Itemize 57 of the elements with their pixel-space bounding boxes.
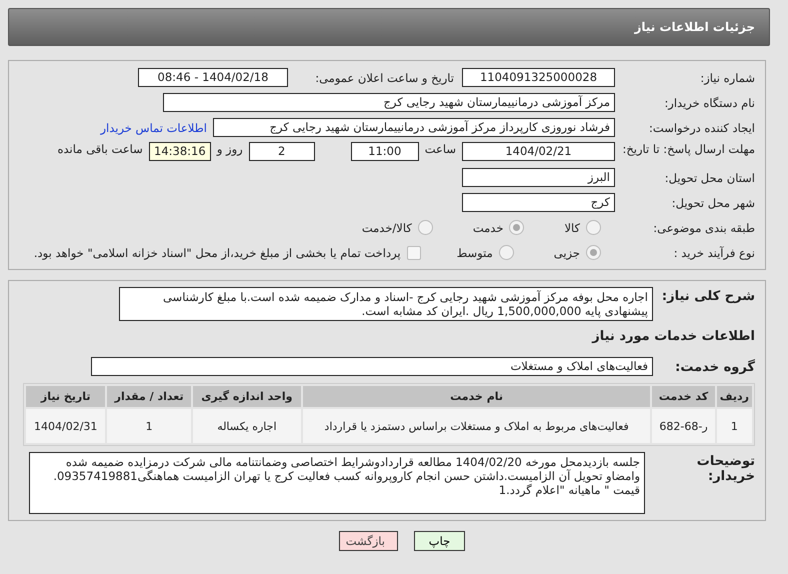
table-cell: ر-68-682 — [652, 409, 715, 443]
field-label: شهر محل تحویل: — [670, 196, 755, 210]
remaining-time-field: 14:38:16 — [148, 142, 211, 161]
radio-button[interactable] — [498, 245, 514, 260]
radio-button[interactable] — [509, 220, 524, 235]
field-label: تاریخ و ساعت اعلان عمومی: — [314, 70, 455, 84]
radio-button[interactable] — [586, 220, 601, 235]
column-header: واحد اندازه گیری — [192, 386, 301, 407]
time-label: ساعت — [424, 142, 456, 156]
radio-label: خدمت — [472, 220, 504, 234]
radio-label: متوسط — [456, 246, 493, 260]
column-header: ردیف — [716, 386, 752, 407]
table-cell: 1404/02/31 — [26, 409, 106, 443]
page-title: جزئیات اطلاعات نیاز — [634, 20, 755, 34]
announce-date-field: 1404/02/18 - 08:46 — [138, 68, 288, 87]
field-label: طبقه بندی موضوعی: — [652, 220, 755, 234]
remaining-label: ساعت باقی مانده — [58, 142, 143, 156]
checkbox[interactable] — [406, 246, 421, 260]
buyer-org-field: مرکز آموزشی درمانییمارستان شهید رجایی کرج — [163, 93, 615, 112]
radio-button[interactable] — [418, 220, 433, 235]
days-field: 2 — [248, 142, 315, 161]
back-button[interactable]: بازگشت — [339, 531, 398, 551]
field-label: نوع فرآیند خرید : — [672, 246, 755, 260]
radio-label: جزیی — [554, 246, 580, 260]
description-field: اجاره محل بوفه مرکز آموزشی شهید رجایی کرج -اسناد و مدارک ضمیمه شده است.با مبلغ کارشناسی پیشنهادی پایه 1,500,000,000 ریال .ایران کد مشابه است. — [119, 287, 653, 321]
deadline-time-field: 11:00 — [350, 142, 419, 161]
field-label: شرح کلی نیاز: — [660, 289, 755, 304]
column-header: نام خدمت — [302, 386, 650, 407]
radio-label: کالا/خدمت — [362, 220, 412, 234]
deadline-date-field: 1404/02/21 — [462, 142, 615, 161]
field-label: ایجاد کننده درخواست: — [648, 120, 755, 134]
table-cell: اجاره یکساله — [192, 409, 301, 443]
creator-field: فرشاد نوروزی کارپرداز مرکز آموزشی درمانییمارستان شهید رجایی کرج — [213, 118, 615, 137]
buyer-notes-field: جلسه بازدیدمحل مورخه 1404/02/20 مطالعه قراردادوشرایط اختصاصی وضمانتنامه مالی شرکت درمزایده ضمیمه شده وامضاو تحویل آن الزامیست.داشتن حسن انجام کاروپروانه کسب فعالیت کرج یا تهران الزامیست هماهنگی09357419881. قیمت " ماهیانه "اعلام گردد.1 — [29, 452, 645, 514]
checkbox-label: پرداخت تمام یا بخشی از مبلغ خرید،از محل "اسناد خزانه اسلامی" خواهد بود. — [34, 246, 401, 260]
table-cell: 1 — [716, 409, 752, 443]
radio-button[interactable] — [586, 245, 601, 260]
city-field: کرج — [462, 193, 615, 212]
section-title: اطلاعات خدمات مورد نیاز — [590, 329, 755, 344]
service-group-field: فعالیت‌های املاک و مستغلات — [91, 357, 653, 376]
print-button[interactable]: چاپ — [414, 531, 465, 551]
field-label: نام دستگاه خریدار: — [663, 96, 755, 110]
table-cell: فعالیت‌های مربوط به املاک و مستغلات براساس دستمزد یا قرارداد — [302, 409, 650, 443]
table-cell: 1 — [107, 409, 191, 443]
field-label: گروه خدمت: — [674, 360, 755, 375]
column-header: تعداد / مقدار — [107, 386, 191, 407]
province-field: البرز — [462, 168, 615, 187]
column-header: تاریخ نیاز — [26, 386, 106, 407]
need-number-field: 1104091325000028 — [462, 68, 615, 87]
radio-label: کالا — [564, 220, 580, 234]
column-header: کد خدمت — [652, 386, 715, 407]
days-label: روز و — [216, 142, 243, 156]
field-label: مهلت ارسال پاسخ: تا تاریخ: — [621, 142, 755, 156]
field-label: توضیحات خریدار: — [696, 454, 755, 484]
field-label: استان محل تحویل: — [664, 170, 755, 184]
field-label: شماره نیاز: — [699, 70, 755, 84]
buyer-contact-link[interactable]: اطلاعات تماس خریدار — [100, 120, 207, 134]
